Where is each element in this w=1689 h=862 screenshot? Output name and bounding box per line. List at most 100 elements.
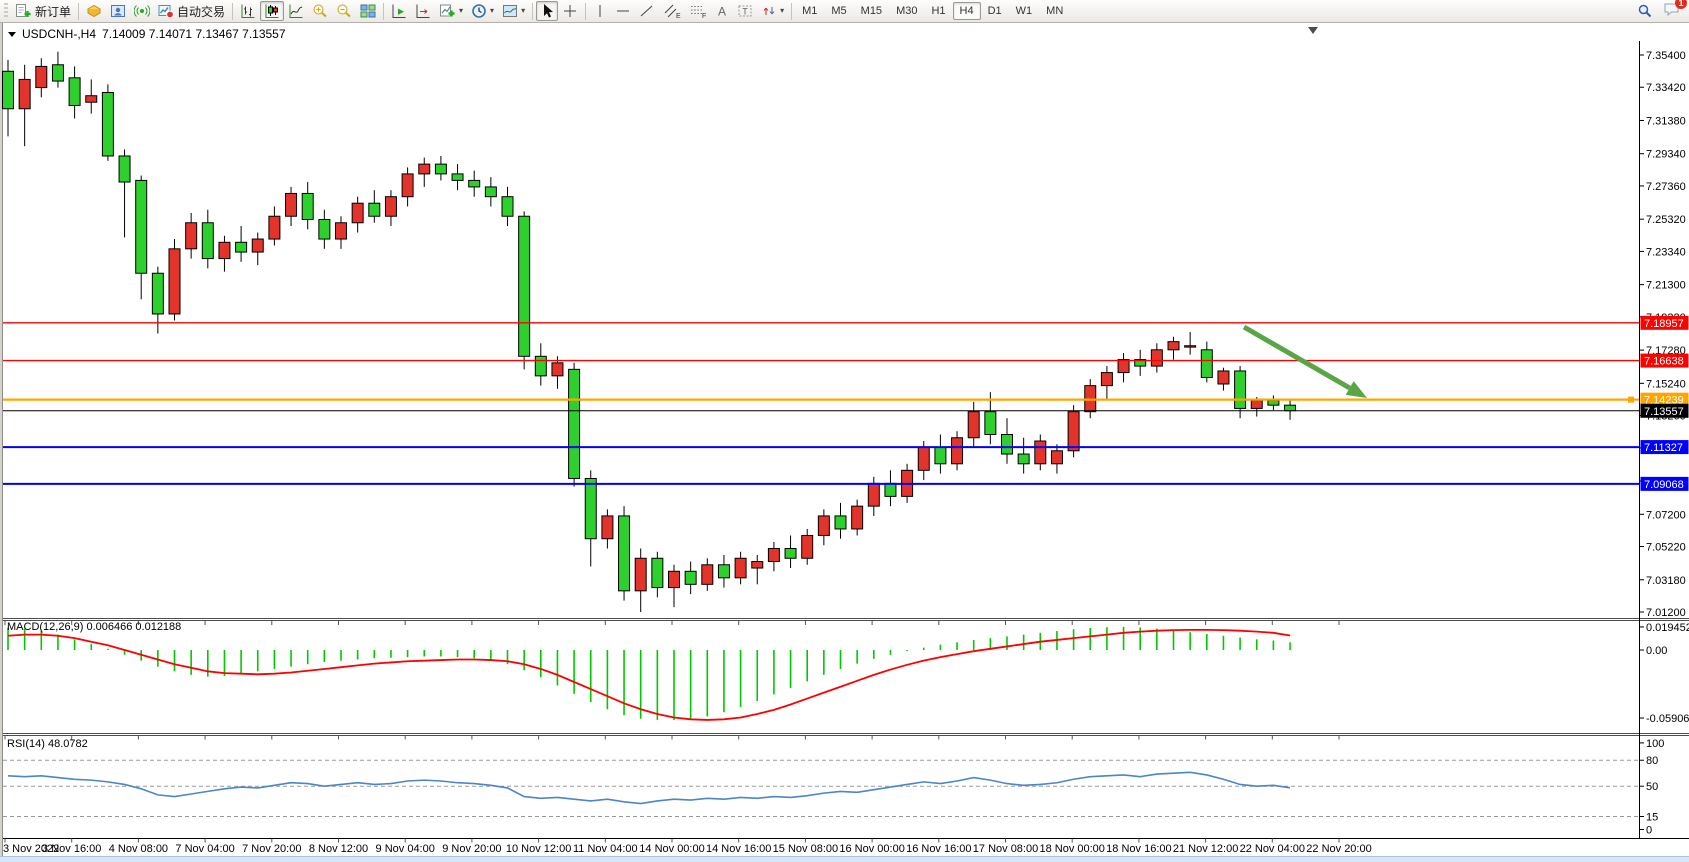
template-icon — [502, 3, 518, 19]
price-tick-label: 7.05220 — [1646, 542, 1686, 554]
market-watch-button[interactable] — [82, 1, 106, 21]
trendline-icon — [639, 3, 655, 19]
price-tick-label: 7.01200 — [1646, 607, 1686, 619]
candle-body — [1168, 342, 1179, 350]
zoom-out-button[interactable] — [332, 1, 356, 21]
label-tool[interactable]: T — [733, 1, 757, 21]
tf-h1-button[interactable]: H1 — [924, 2, 952, 20]
market-watch-icon — [86, 3, 102, 19]
candle-body — [136, 180, 147, 273]
candle-body — [1218, 371, 1229, 384]
candle-body — [69, 78, 80, 106]
search-icon — [1637, 3, 1653, 19]
signal-button[interactable] — [130, 1, 154, 21]
candle-body — [502, 197, 513, 217]
candle-body — [685, 571, 696, 584]
dropdown-caret: ▾ — [490, 7, 494, 15]
crosshair-icon — [562, 3, 578, 19]
arrows-tool[interactable]: ▾ — [757, 1, 788, 21]
templates-button[interactable]: ▾ — [498, 1, 529, 21]
price-tick-label: 7.21300 — [1646, 280, 1686, 292]
data-window-button[interactable] — [106, 1, 130, 21]
auto-trading-button[interactable]: 自动交易 — [154, 1, 229, 21]
candle-body — [86, 96, 97, 103]
fibo-letter: F — [702, 13, 706, 19]
candle-body — [1101, 373, 1112, 386]
candle-body — [452, 174, 463, 181]
line-chart-button[interactable] — [284, 1, 308, 21]
text-letter: A — [718, 5, 726, 19]
toolbar-separator — [78, 3, 79, 20]
time-axis-label: 3 Nov 16:00 — [42, 843, 101, 855]
tf-m1-button[interactable]: M1 — [795, 2, 824, 20]
dropdown-caret: ▾ — [521, 7, 525, 15]
chart-canvas[interactable]: 7.354007.334207.313807.293407.273607.253… — [0, 0, 1689, 861]
candle-body — [569, 369, 580, 478]
tf-m5-button[interactable]: M5 — [824, 2, 853, 20]
candle-body — [469, 180, 480, 187]
line-drag-marker[interactable] — [1628, 397, 1634, 403]
new-order-button[interactable]: 新订单 — [10, 1, 75, 21]
tf-w1-button[interactable]: W1 — [1009, 2, 1040, 20]
toolbar-separator — [383, 3, 384, 20]
tf-h4-button[interactable]: H4 — [953, 2, 981, 20]
candle-body — [435, 164, 446, 174]
crosshair-button[interactable] — [558, 1, 582, 21]
zoom-in-button[interactable] — [308, 1, 332, 21]
cursor-icon — [540, 3, 554, 19]
candle-body — [1235, 371, 1246, 408]
tile-windows-button[interactable] — [356, 1, 380, 21]
periodicity-button[interactable]: ▾ — [467, 1, 498, 21]
candle-body — [119, 156, 130, 182]
candle-body — [402, 174, 413, 197]
cursor-button[interactable] — [536, 1, 558, 21]
candle-body — [885, 483, 896, 496]
vertical-line-icon — [593, 3, 607, 19]
candle-body — [952, 438, 963, 464]
candle-body — [419, 164, 430, 174]
time-axis-label: 11 Nov 04:00 — [573, 843, 638, 855]
tf-mn-button[interactable]: MN — [1039, 2, 1070, 20]
candle-body — [785, 548, 796, 558]
horizontal-line-tool[interactable] — [611, 1, 635, 21]
tf-d1-button[interactable]: D1 — [981, 2, 1009, 20]
macd-axis-label: 0.00 — [1646, 645, 1667, 657]
chart-shift-icon — [415, 3, 431, 19]
candle-body — [868, 483, 879, 506]
text-tool[interactable]: A — [711, 1, 733, 21]
candle-body — [52, 65, 63, 81]
clock-icon — [471, 3, 487, 19]
window-bottom-edge — [0, 856, 1689, 862]
time-axis-label: 14 Nov 16:00 — [706, 843, 771, 855]
search-button[interactable] — [1633, 1, 1657, 21]
rsi-axis-label: 50 — [1646, 781, 1658, 793]
new-chart-button[interactable]: ▾ — [435, 1, 467, 21]
zoom-in-icon — [312, 3, 328, 19]
price-tick-label: 7.15240 — [1646, 378, 1686, 390]
rsi-axis-label: 15 — [1646, 812, 1658, 824]
chart-shift-button[interactable] — [411, 1, 435, 21]
vertical-line-tool[interactable] — [589, 1, 611, 21]
candles-chart-button[interactable] — [260, 1, 284, 21]
candle-body — [968, 412, 979, 438]
symbol-dropdown-icon[interactable] — [8, 32, 16, 37]
toolbar-separator — [585, 3, 586, 20]
candle-body — [602, 516, 613, 539]
bars-chart-button[interactable] — [236, 1, 260, 21]
tf-m15-button[interactable]: M15 — [854, 2, 889, 20]
dropdown-caret: ▾ — [459, 7, 463, 15]
time-axis-label: 16 Nov 16:00 — [906, 843, 971, 855]
channel-tool[interactable]: E — [659, 1, 685, 21]
chart-symbol-period: USDCNH-,H4 — [22, 27, 96, 41]
autoscroll-button[interactable] — [387, 1, 411, 21]
notifications-button[interactable]: 1 — [1663, 1, 1681, 22]
tf-m30-button[interactable]: M30 — [889, 2, 924, 20]
price-level-tag-label: 7.13557 — [1644, 406, 1684, 418]
fibonacci-tool[interactable]: F — [685, 1, 711, 21]
chart-title-bar: USDCNH-,H4 7.14009 7.14071 7.13467 7.135… — [8, 27, 286, 41]
trendline-tool[interactable] — [635, 1, 659, 21]
candle-body — [352, 203, 363, 223]
rsi-axis-label: 0 — [1646, 825, 1652, 837]
macd-axis-label: -0.059068 — [1646, 713, 1689, 725]
chart-shift-marker[interactable] — [1308, 27, 1318, 34]
